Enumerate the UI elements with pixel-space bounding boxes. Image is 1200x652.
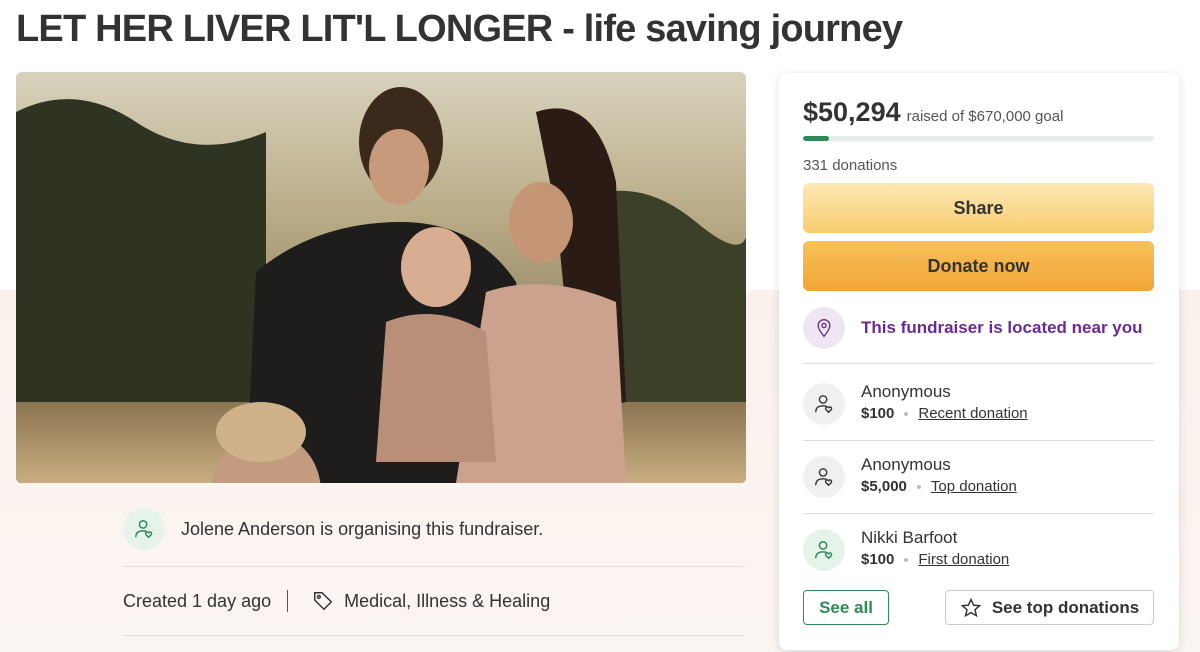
divider xyxy=(123,566,745,567)
divider xyxy=(803,363,1154,364)
donations-count: 331 donations xyxy=(803,157,898,174)
category-link[interactable]: Medical, Illness & Healing xyxy=(344,591,550,612)
meta-separator xyxy=(287,590,289,612)
created-date: Created 1 day ago xyxy=(123,590,272,611)
donor-avatar xyxy=(803,456,845,498)
user-heart-icon xyxy=(815,468,833,487)
dot-separator xyxy=(904,557,909,562)
raised-summary: $50,294 raised of $670,000 goal xyxy=(803,97,1063,128)
dot-separator xyxy=(916,484,921,489)
donor-name: Anonymous xyxy=(861,455,951,474)
donor-item: Anonymous $5,000 Top donation xyxy=(803,454,1154,504)
divider xyxy=(803,440,1154,441)
donor-amount: $5,000 xyxy=(861,478,907,495)
organiser-info: Jolene Anderson is organising this fundr… xyxy=(123,505,745,553)
campaign-photo xyxy=(16,72,746,483)
user-heart-icon xyxy=(815,541,833,560)
user-heart-icon xyxy=(135,520,153,539)
donor-item: Anonymous $100 Recent donation xyxy=(803,381,1154,431)
progress-fill xyxy=(803,136,830,141)
top-donation-link[interactable]: Top donation xyxy=(931,478,1017,495)
organiser-text: Jolene Anderson is organising this fundr… xyxy=(181,518,544,539)
campaign-meta: Created 1 day ago Medical, Illness & Hea… xyxy=(123,587,550,615)
donor-amount: $100 xyxy=(861,405,895,422)
donor-amount: $100 xyxy=(861,551,895,568)
donor-name: Anonymous xyxy=(861,382,951,401)
divider xyxy=(803,513,1154,514)
divider xyxy=(123,635,745,636)
donor-avatar xyxy=(803,383,845,425)
goal-text: raised of $670,000 goal xyxy=(906,108,1064,125)
first-donation-link[interactable]: First donation xyxy=(918,551,1009,568)
location-text: This fundraiser is located near you xyxy=(861,318,1143,337)
donate-button[interactable]: Donate now xyxy=(803,241,1154,291)
progress-bar xyxy=(803,136,1154,141)
location-notice: This fundraiser is located near you xyxy=(803,307,1154,349)
see-top-donations-label: See top donations xyxy=(991,597,1140,617)
organiser-avatar xyxy=(123,508,165,550)
share-button[interactable]: Share xyxy=(803,183,1154,233)
donor-item: Nikki Barfoot $100 First donation xyxy=(803,527,1154,577)
see-all-button[interactable]: See all xyxy=(803,590,889,625)
donor-avatar xyxy=(803,529,845,571)
location-pin-icon xyxy=(803,307,845,349)
user-heart-icon xyxy=(815,395,833,414)
raised-amount: $50,294 xyxy=(803,97,901,127)
recent-donation-link[interactable]: Recent donation xyxy=(918,405,1027,422)
tag-icon xyxy=(312,590,334,612)
donor-name: Nikki Barfoot xyxy=(861,528,958,547)
page-title: LET HER LIVER LIT'L LONGER - life saving… xyxy=(16,8,903,50)
dot-separator xyxy=(904,411,909,416)
see-top-donations-button[interactable]: See top donations xyxy=(945,590,1154,625)
donation-sidebar: $50,294 raised of $670,000 goal 331 dona… xyxy=(779,73,1179,650)
star-icon xyxy=(960,597,982,617)
